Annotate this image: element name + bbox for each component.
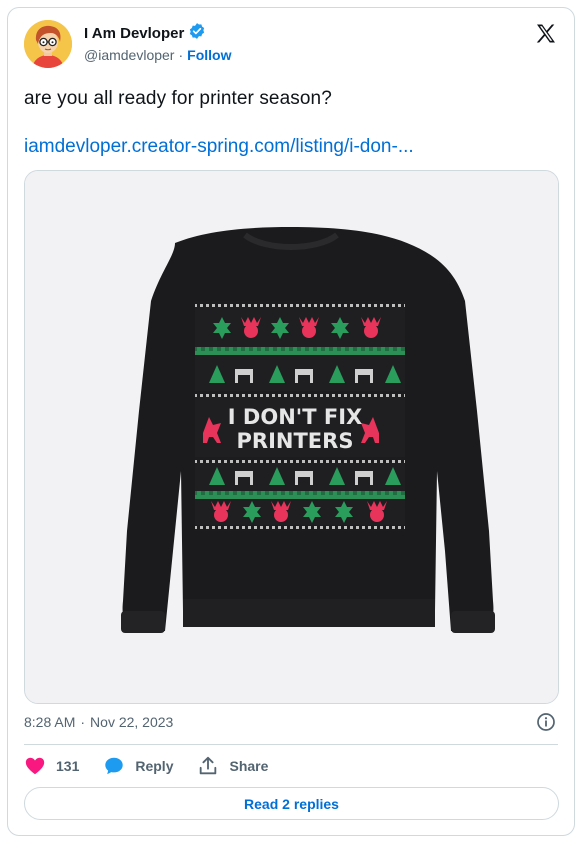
tweet-time: 8:28 AM: [24, 714, 76, 730]
follow-button[interactable]: Follow: [187, 47, 231, 63]
divider: [24, 744, 558, 745]
reply-bubble-icon: [105, 757, 124, 775]
avatar[interactable]: [24, 20, 72, 68]
author-info: I Am Devloper @iamdevloper · Follow: [84, 22, 231, 63]
timestamp-separator: ·: [80, 714, 86, 730]
tweet-actions: 131 Reply Share: [24, 755, 292, 777]
handle-separator: ·: [178, 47, 184, 63]
tweet-card: I Am Devloper @iamdevloper · Follow are …: [7, 7, 575, 836]
tweet-link[interactable]: iamdevloper.creator-spring.com/listing/i…: [24, 136, 414, 158]
author-name[interactable]: I Am Devloper: [84, 25, 184, 42]
heart-icon: [25, 757, 45, 775]
like-count: 131: [56, 758, 80, 774]
x-logo-icon[interactable]: [534, 22, 558, 46]
sweater-text-line1: I DON'T FIX: [228, 405, 362, 429]
read-replies-button[interactable]: Read 2 replies: [24, 787, 559, 820]
share-label: Share: [229, 758, 269, 774]
reply-label: Reply: [135, 758, 174, 774]
info-icon[interactable]: [536, 712, 556, 732]
tweet-text: are you all ready for printer season?: [24, 88, 332, 109]
like-button[interactable]: 131: [24, 755, 79, 777]
author-handle[interactable]: @iamdevloper: [84, 47, 174, 63]
sweater-text-line2: PRINTERS: [237, 429, 354, 453]
share-button[interactable]: Share: [197, 755, 268, 777]
tweet-timestamp[interactable]: 8:28 AM · Nov 22, 2023: [24, 714, 173, 730]
sweater-image: I DON'T FIX PRINTERS: [25, 171, 558, 703]
tweet-date: Nov 22, 2023: [90, 714, 174, 730]
reply-button[interactable]: Reply: [103, 755, 173, 777]
verified-badge-icon: [188, 22, 206, 45]
share-icon: [200, 756, 217, 775]
tweet-media-image[interactable]: I DON'T FIX PRINTERS: [24, 170, 559, 704]
